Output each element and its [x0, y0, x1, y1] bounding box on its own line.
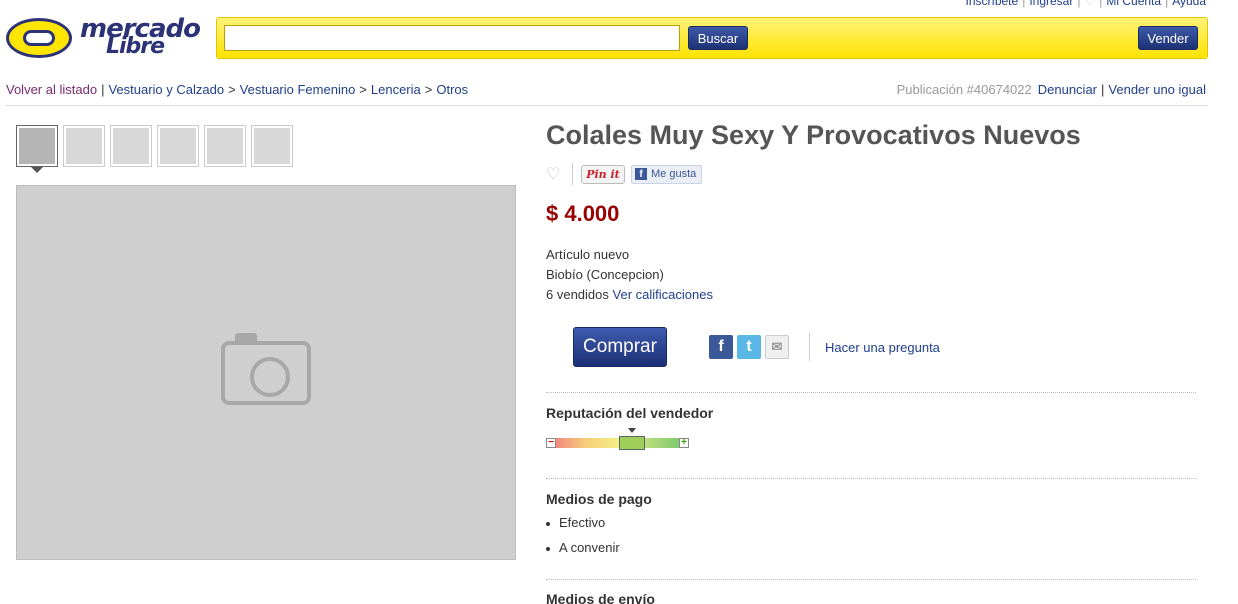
logo-word-libre: Libre — [106, 34, 165, 59]
thumbnail[interactable] — [204, 125, 246, 167]
facebook-like-button[interactable]: f Me gusta — [631, 164, 703, 184]
facebook-like-label: Me gusta — [651, 168, 697, 180]
report-link[interactable]: Denunciar — [1038, 82, 1097, 97]
thumbnail[interactable] — [157, 125, 199, 167]
breadcrumb-item[interactable]: Vestuario Femenino — [240, 82, 356, 97]
back-to-list-link[interactable]: Volver al listado — [6, 82, 97, 97]
breadcrumb-separator: > — [359, 82, 367, 97]
ratings-link[interactable]: Ver calificaciones — [613, 287, 713, 302]
thumbnail-strip — [16, 125, 293, 167]
section-divider — [546, 392, 1196, 393]
twitter-share-icon[interactable]: t — [737, 335, 761, 359]
breadcrumb: Volver al listado | Vestuario y Calzado > Ve… — [6, 82, 1208, 106]
bullet — [546, 547, 550, 551]
product-title: Colales Muy Sexy Y Provocativos Nuevos — [546, 120, 1081, 150]
social-row: ♡ Pin it f Me gusta — [546, 163, 703, 185]
divider — [572, 163, 573, 185]
separator: | — [101, 82, 105, 97]
reputation-pointer-icon — [628, 428, 637, 433]
bullet — [546, 522, 550, 526]
sales-row: 6 vendidos Ver calificaciones — [546, 285, 713, 305]
facebook-icon: f — [635, 168, 647, 180]
image-placeholder-icon — [221, 332, 311, 405]
payment-title: Medios de pago — [546, 491, 652, 507]
reputation-meter: − + — [546, 436, 689, 450]
divider — [809, 333, 810, 361]
reputation-title: Reputación del vendedor — [546, 405, 714, 421]
product-condition: Artículo nuevo — [546, 247, 630, 262]
favorite-heart-icon[interactable]: ♡ — [546, 164, 568, 184]
mail-share-icon[interactable]: ✉ — [765, 335, 789, 359]
sell-same-link[interactable]: Vender uno igual — [1108, 82, 1206, 97]
help-link[interactable]: Ayuda — [1172, 0, 1206, 8]
thumbnail[interactable] — [63, 125, 105, 167]
selected-thumbnail-arrow-icon — [31, 167, 43, 173]
sell-button[interactable]: Vender — [1138, 26, 1198, 50]
separator: | — [1077, 0, 1081, 8]
login-link[interactable]: Ingresar — [1029, 0, 1073, 8]
breadcrumb-item[interactable]: Lenceria — [371, 82, 421, 97]
breadcrumb-separator: > — [228, 82, 236, 97]
breadcrumb-item[interactable]: Vestuario y Calzado — [108, 82, 224, 97]
search-bar: Buscar Vender — [216, 17, 1208, 59]
product-info: Artículo nuevo Biobío (Concepcion) 6 ven… — [546, 245, 713, 305]
search-button[interactable]: Buscar — [688, 26, 748, 50]
publication-actions: Publicación #40674022 Denunciar | Vender un… — [897, 82, 1206, 97]
my-account-link[interactable]: Mi Cuenta — [1106, 0, 1161, 8]
product-price: $ 4.000 — [546, 201, 620, 226]
reputation-minus-icon: − — [546, 438, 556, 448]
shipping-title: Medios de envío — [546, 591, 655, 604]
payment-method-item: Efectivo — [546, 515, 620, 540]
signup-link[interactable]: Inscríbete — [965, 0, 1018, 8]
pinterest-button[interactable]: Pin it — [581, 164, 625, 184]
section-divider — [546, 579, 1196, 580]
separator: | — [1165, 0, 1169, 8]
handshake-logo-icon — [6, 18, 72, 58]
thumbnail[interactable] — [16, 125, 58, 167]
payment-method-label: Efectivo — [559, 515, 606, 530]
thumbnail[interactable] — [251, 125, 293, 167]
search-input[interactable] — [224, 25, 680, 51]
separator: | — [1022, 0, 1026, 8]
breadcrumb-item[interactable]: Otros — [436, 82, 468, 97]
product-location: Biobío (Concepcion) — [546, 267, 664, 282]
reputation-level-marker — [619, 436, 646, 450]
reputation-gradient — [556, 438, 679, 448]
product-image-placeholder[interactable] — [16, 185, 516, 560]
reputation-plus-icon: + — [679, 438, 689, 448]
buy-button[interactable]: Comprar — [573, 327, 667, 367]
separator: | — [1101, 82, 1105, 97]
payment-method-label: A convenir — [559, 540, 620, 555]
thumbnail[interactable] — [110, 125, 152, 167]
ask-question-link[interactable]: Hacer una pregunta — [825, 340, 940, 355]
facebook-share-icon[interactable]: f — [709, 335, 733, 359]
sold-count: 6 vendidos — [546, 287, 609, 302]
separator: | — [1099, 0, 1103, 8]
section-divider — [546, 478, 1196, 479]
payment-method-item: A convenir — [546, 540, 620, 565]
publication-id: Publicación #40674022 — [896, 82, 1032, 97]
top-links: Inscríbete | Ingresar | ♡ | Mi Cuenta | Ayuda — [965, 0, 1206, 8]
payment-methods-list: Efectivo A convenir — [546, 515, 620, 565]
breadcrumb-separator: > — [424, 82, 433, 97]
share-icons: f t ✉ — [709, 335, 789, 359]
mercadolibre-logo[interactable]: mercado Libre — [6, 14, 201, 62]
favorites-heart-icon[interactable]: ♡ — [1084, 0, 1095, 8]
